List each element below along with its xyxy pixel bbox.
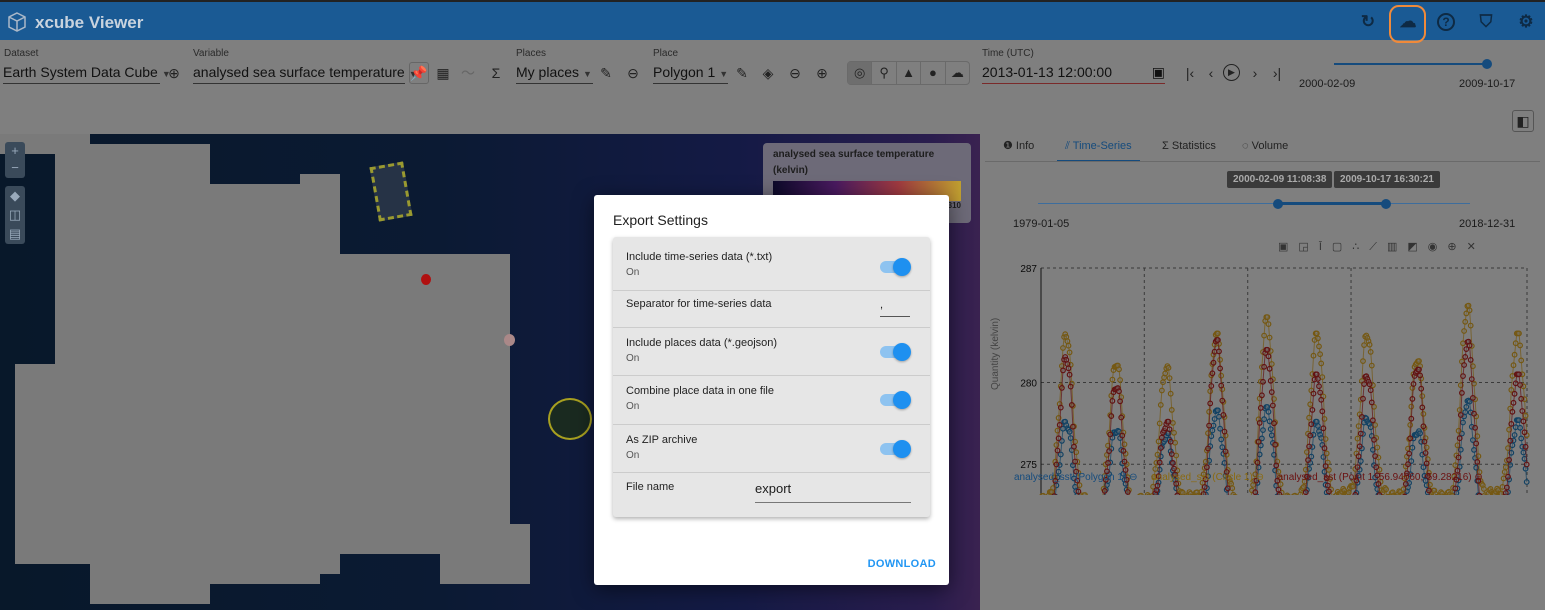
row-state: On (626, 353, 640, 364)
export-settings-dialog: Export Settings Include time-series data… (594, 195, 949, 585)
row-include-timeseries[interactable]: Include time-series data (*.txt) On (613, 237, 930, 291)
separator-input[interactable]: , (880, 299, 910, 317)
toggle-switch[interactable] (880, 391, 911, 409)
row-separator: Separator for time-series data, (613, 291, 930, 328)
row-state: On (626, 267, 640, 278)
toggle-switch[interactable] (880, 440, 911, 458)
row-label: Include time-series data (*.txt) (626, 251, 773, 263)
settings-list: Include time-series data (*.txt) On Separ… (613, 237, 930, 517)
toggle-switch[interactable] (880, 343, 911, 361)
row-include-places[interactable]: Include places data (*.geojson) On (613, 328, 930, 376)
row-label: Combine place data in one file (626, 385, 774, 397)
row-label: Include places data (*.geojson) (626, 337, 778, 349)
row-state: On (626, 401, 640, 412)
row-label: As ZIP archive (626, 434, 698, 446)
file-name-input[interactable]: export (755, 481, 911, 503)
row-file-name: File name export (613, 473, 930, 517)
row-label: File name (626, 481, 675, 493)
download-button[interactable]: DOWNLOAD (868, 558, 936, 570)
dialog-title: Export Settings (613, 212, 708, 228)
toggle-switch[interactable] (880, 258, 911, 276)
row-label: Separator for time-series data (626, 298, 772, 310)
row-zip-archive[interactable]: As ZIP archive On (613, 425, 930, 473)
row-combine-places[interactable]: Combine place data in one file On (613, 376, 930, 425)
row-state: On (626, 450, 640, 461)
